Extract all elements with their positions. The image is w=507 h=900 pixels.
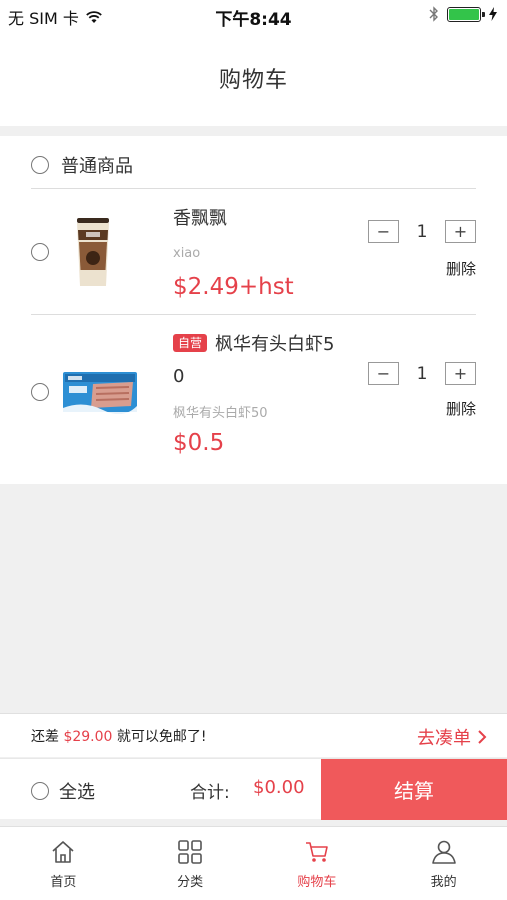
quantity-stepper-2: − 1 + xyxy=(368,362,476,385)
item-name-line2[interactable]: 0 xyxy=(173,361,184,393)
battery-icon xyxy=(447,6,485,22)
add-more-link[interactable]: 去凑单 xyxy=(417,724,487,750)
increment-button[interactable]: + xyxy=(445,220,476,243)
decrement-button[interactable]: − xyxy=(368,220,399,243)
tab-label: 首页 xyxy=(50,875,77,890)
quantity-stepper: − 1 + xyxy=(368,220,476,243)
quantity-value[interactable]: 1 xyxy=(399,222,445,242)
user-icon xyxy=(431,840,456,864)
add-more-label: 去凑单 xyxy=(417,728,471,749)
milk-tea-image[interactable] xyxy=(74,218,112,288)
checkout-bar: 全选 合计: $0.00 结算 xyxy=(0,758,507,820)
quantity-value[interactable]: 1 xyxy=(399,364,445,384)
item-name-line1: 枫华有头白虾5 xyxy=(215,334,335,355)
checkout-button[interactable]: 结算 xyxy=(321,759,507,820)
item-select-radio[interactable] xyxy=(31,383,49,401)
item-subtitle: 枫华有头白虾50 xyxy=(173,406,268,421)
delete-button[interactable]: 删除 xyxy=(446,398,476,419)
group-title: 普通商品 xyxy=(61,156,133,177)
tab-label: 购物车 xyxy=(297,875,337,890)
cart-item-2: 自营 枫华有头白虾5 0 枫华有头白虾50 $0.5 删除 xyxy=(0,314,507,484)
nav-bar: 购物车 xyxy=(0,30,507,126)
free-shipping-bar: 还差 $29.00 就可以免邮了! 去凑单 xyxy=(0,713,507,757)
total-label: 合计: xyxy=(190,783,230,803)
tab-label: 我的 xyxy=(430,875,457,890)
self-operated-badge: 自营 xyxy=(173,334,208,352)
select-all-label: 全选 xyxy=(59,782,95,803)
free-shipping-prefix: 还差 xyxy=(31,729,64,745)
tab-cart[interactable]: 购物车 xyxy=(254,827,381,900)
tab-label: 分类 xyxy=(177,875,204,890)
total-value: $0.00 xyxy=(253,777,305,798)
item-select-radio[interactable] xyxy=(31,243,49,261)
cart-section: 普通商品 香飘飘 xiao $2.49+hst − 1 + 删除 自营 枫华有头… xyxy=(0,136,507,484)
item-name[interactable]: 香飘飘 xyxy=(173,203,227,235)
cart-item-1: 香飘飘 xiao $2.49+hst − 1 + 删除 xyxy=(0,188,507,314)
status-right xyxy=(429,6,497,22)
select-all-radio[interactable] xyxy=(31,782,49,800)
group-select-radio[interactable] xyxy=(31,156,49,174)
cart-icon xyxy=(305,842,328,862)
item-price: $0.5 xyxy=(173,430,225,456)
increment-button[interactable]: + xyxy=(445,362,476,385)
decrement-button[interactable]: − xyxy=(368,362,399,385)
item-name[interactable]: 自营 枫华有头白虾5 xyxy=(173,329,334,361)
delete-button[interactable]: 删除 xyxy=(446,258,476,279)
free-shipping-text: 还差 $29.00 就可以免邮了! xyxy=(31,726,207,746)
charging-icon xyxy=(489,7,497,21)
tab-profile[interactable]: 我的 xyxy=(380,827,507,900)
chevron-right-icon xyxy=(478,730,487,744)
group-header[interactable]: 普通商品 xyxy=(31,152,133,178)
tab-bar: 首页 分类 购物车 我的 xyxy=(0,826,507,900)
free-shipping-suffix: 就可以免邮了! xyxy=(112,729,207,745)
status-bar: 无 SIM 卡 下午8:44 xyxy=(0,0,507,30)
home-icon xyxy=(52,841,74,863)
shrimp-package-image[interactable] xyxy=(63,370,137,414)
tab-category[interactable]: 分类 xyxy=(127,827,254,900)
select-all[interactable]: 全选 xyxy=(31,778,95,804)
grid-icon xyxy=(178,840,202,864)
free-shipping-amount: $29.00 xyxy=(63,729,113,745)
item-subtitle: xiao xyxy=(173,246,201,261)
tab-home[interactable]: 首页 xyxy=(0,827,127,900)
page-title: 购物车 xyxy=(218,68,288,93)
bluetooth-icon xyxy=(429,6,438,22)
item-price: $2.49+hst xyxy=(173,274,294,300)
